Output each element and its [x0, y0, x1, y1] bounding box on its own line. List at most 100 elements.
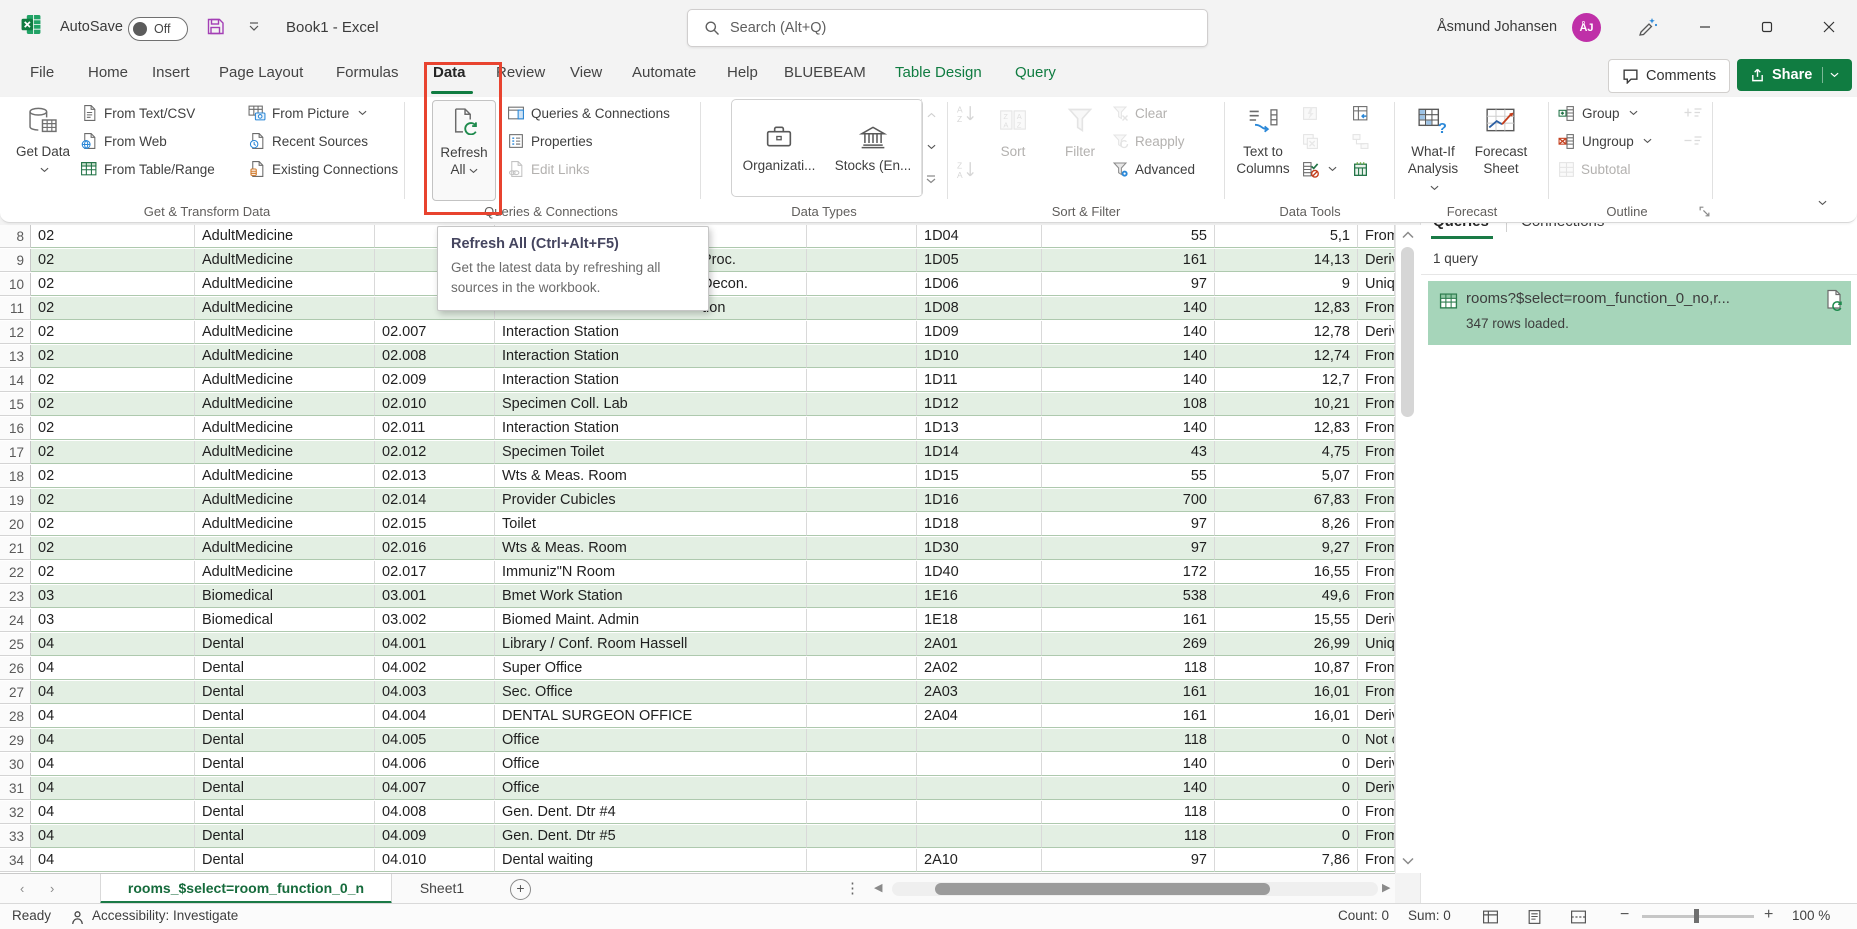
grid-cell[interactable]: 04.005 [375, 729, 495, 752]
grid-cell[interactable]: From [1358, 297, 1395, 320]
forecast-sheet-button[interactable]: Forecast Sheet [1470, 100, 1532, 199]
grid-cell[interactable]: Specimen Coll. Lab [495, 393, 807, 416]
grid-cell[interactable]: 4,75 [1215, 441, 1358, 464]
grid-cell[interactable] [807, 537, 917, 560]
grid-cell[interactable]: 02 [31, 537, 195, 560]
zoom-in-button[interactable]: + [1764, 906, 1773, 924]
grid-cell[interactable] [807, 561, 917, 584]
comments-button[interactable]: Comments [1608, 59, 1730, 93]
row-header[interactable]: 19 [0, 489, 31, 512]
autosave-toggle[interactable]: Off [128, 17, 188, 41]
row-header[interactable]: 33 [0, 825, 31, 848]
grid-cell[interactable]: Toilet [495, 513, 807, 536]
sheet-nav-left-icon[interactable]: ‹ [20, 881, 24, 896]
subtotal-button[interactable]: Subtotal [1558, 156, 1631, 182]
grid-cell[interactable]: 97 [1042, 513, 1215, 536]
row-header[interactable]: 22 [0, 561, 31, 584]
add-sheet-button[interactable]: + [510, 879, 531, 900]
grid-cell[interactable]: 1D05 [917, 249, 1042, 272]
grid-cell[interactable]: 8,26 [1215, 513, 1358, 536]
grid-cell[interactable]: 700 [1042, 489, 1215, 512]
grid-cell[interactable]: 04 [31, 729, 195, 752]
grid-cell[interactable]: 9,27 [1215, 537, 1358, 560]
grid-cell[interactable]: 02 [31, 249, 195, 272]
grid-cell[interactable]: From [1358, 465, 1395, 488]
grid-cell[interactable]: Interaction Station [495, 345, 807, 368]
grid-cell[interactable]: 12,7 [1215, 369, 1358, 392]
grid-cell[interactable]: 140 [1042, 417, 1215, 440]
grid-cell[interactable]: 26,99 [1215, 633, 1358, 656]
remove-duplicates-button[interactable] [1302, 128, 1319, 154]
grid-cell[interactable]: Bmet Work Station [495, 585, 807, 608]
grid-cell[interactable]: 1D04 [917, 225, 1042, 248]
grid-cell[interactable] [807, 729, 917, 752]
row-header[interactable]: 34 [0, 849, 31, 872]
sort-az-button[interactable]: AZ [956, 100, 976, 126]
grid-cell[interactable] [807, 801, 917, 824]
grid-cell[interactable]: 140 [1042, 345, 1215, 368]
grid-cell[interactable]: 03.002 [375, 609, 495, 632]
grid-cell[interactable]: Uniq [1358, 273, 1395, 296]
clear-filter-button[interactable]: Clear [1112, 100, 1167, 126]
grid-cell[interactable] [807, 441, 917, 464]
what-if-analysis-button[interactable]: ? What-If Analysis [1402, 100, 1464, 199]
ribbon-tab-review[interactable]: Review [496, 64, 545, 81]
grid-cell[interactable]: Dental [195, 849, 375, 872]
grid-cell[interactable]: 5,1 [1215, 225, 1358, 248]
grid-cell[interactable]: 02.014 [375, 489, 495, 512]
data-type-organization[interactable]: Organizati... [732, 100, 826, 196]
grid-cell[interactable]: From [1358, 345, 1395, 368]
view-page-break-icon[interactable] [1570, 909, 1587, 925]
grid-cell[interactable]: Biomed Maint. Admin [495, 609, 807, 632]
grid-cell[interactable]: 02.017 [375, 561, 495, 584]
grid-cell[interactable]: Deriv [1358, 321, 1395, 344]
grid-cell[interactable]: 1E18 [917, 609, 1042, 632]
grid-cell[interactable]: 12,78 [1215, 321, 1358, 344]
grid-cell[interactable]: 02.007 [375, 321, 495, 344]
grid-cell[interactable]: 161 [1042, 705, 1215, 728]
grid-cell[interactable]: 04 [31, 633, 195, 656]
edit-links-button[interactable]: Edit Links [507, 156, 590, 182]
hscroll-right-icon[interactable]: ▶ [1382, 881, 1390, 894]
properties-button[interactable]: Properties [507, 128, 593, 154]
row-header[interactable]: 26 [0, 657, 31, 680]
consolidate-button[interactable] [1352, 100, 1369, 126]
grid-cell[interactable]: 55 [1042, 225, 1215, 248]
sheet-tab-sheet1[interactable]: Sheet1 [392, 874, 492, 901]
grid-cell[interactable] [807, 297, 917, 320]
grid-cell[interactable]: 02 [31, 441, 195, 464]
grid-cell[interactable]: AdultMedicine [195, 417, 375, 440]
grid-cell[interactable]: 161 [1042, 609, 1215, 632]
row-header[interactable]: 12 [0, 321, 31, 344]
get-data-button[interactable]: Get Data [14, 100, 72, 199]
grid-cell[interactable]: 1D12 [917, 393, 1042, 416]
from-text-csv-button[interactable]: From Text/CSV [80, 100, 195, 126]
grid-cell[interactable] [807, 513, 917, 536]
grid-cell[interactable]: 02 [31, 345, 195, 368]
grid-cell[interactable] [807, 585, 917, 608]
grid-cell[interactable]: Deriv [1358, 705, 1395, 728]
grid-cell[interactable]: 10,21 [1215, 393, 1358, 416]
horizontal-scroll-thumb[interactable] [935, 883, 1270, 895]
search-input[interactable]: Search (Alt+Q) [687, 9, 1208, 47]
grid-cell[interactable]: From [1358, 417, 1395, 440]
grid-cell[interactable] [807, 225, 917, 248]
row-header[interactable]: 30 [0, 753, 31, 776]
grid-cell[interactable]: AdultMedicine [195, 273, 375, 296]
avatar[interactable]: ÅJ [1572, 13, 1601, 42]
grid-cell[interactable] [807, 633, 917, 656]
grid-cell[interactable]: From [1358, 801, 1395, 824]
grid-cell[interactable]: AdultMedicine [195, 465, 375, 488]
grid-cell[interactable]: 12,74 [1215, 345, 1358, 368]
grid-cell[interactable]: AdultMedicine [195, 297, 375, 320]
minimize-button[interactable] [1690, 14, 1720, 40]
grid-cell[interactable]: 49,6 [1215, 585, 1358, 608]
grid-cell[interactable]: 1D11 [917, 369, 1042, 392]
grid-cell[interactable]: 02.015 [375, 513, 495, 536]
grid-cell[interactable] [807, 345, 917, 368]
grid-cell[interactable]: Dental waiting [495, 849, 807, 872]
sort-za-button[interactable]: ZA [956, 156, 976, 182]
grid-cell[interactable]: Dental [195, 681, 375, 704]
grid-cell[interactable]: 12,83 [1215, 417, 1358, 440]
grid-cell[interactable]: 04.007 [375, 777, 495, 800]
